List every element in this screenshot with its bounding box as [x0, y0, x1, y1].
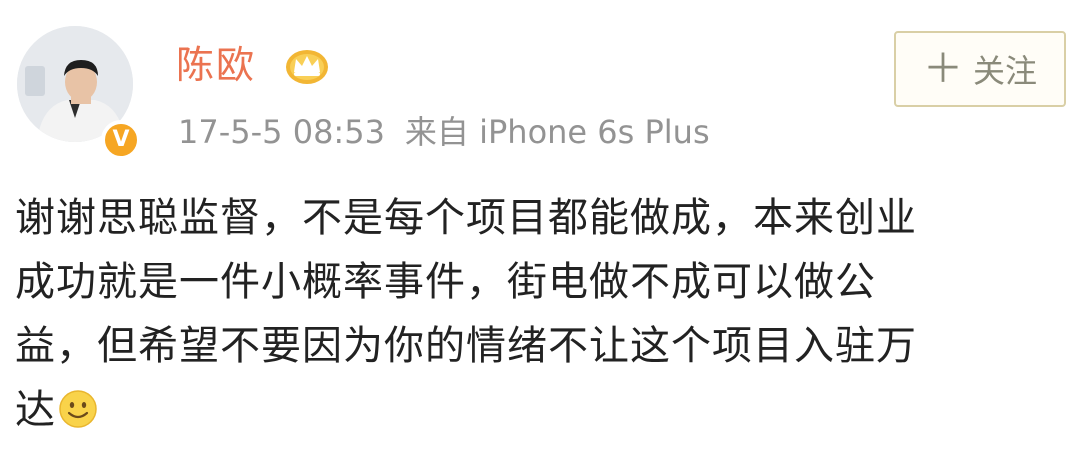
post-meta: 17-5-5 08:53 来自 iPhone 6s Plus — [178, 112, 710, 152]
post-text-line: 成功就是一件小概率事件，街电做不成可以做公 — [15, 259, 876, 305]
author-avatar-container[interactable]: V — [17, 26, 141, 160]
plus-icon: ＋ — [922, 46, 963, 92]
post-text-line-last: 达 — [15, 378, 1055, 442]
crown-icon[interactable] — [284, 45, 330, 85]
author-name[interactable]: 陈欧 — [176, 40, 256, 90]
smile-icon — [59, 390, 97, 428]
post-source: 来自 iPhone 6s Plus — [404, 113, 710, 151]
verified-badge-icon: V — [101, 120, 141, 160]
post-text-line: 益，但希望不要因为你的情绪不让这个项目入驻万 — [15, 323, 917, 369]
post-text-line: 谢谢思聪监督，不是每个项目都能做成，本来创业 — [15, 195, 917, 241]
post-text: 谢谢思聪监督，不是每个项目都能做成，本来创业 成功就是一件小概率事件，街电做不成… — [15, 186, 1055, 442]
post-timestamp[interactable]: 17-5-5 08:53 — [178, 113, 385, 151]
post-text-line-end: 达 — [15, 387, 56, 433]
follow-button-label: 关注 — [972, 52, 1037, 90]
follow-button[interactable]: ＋ 关注 — [894, 31, 1066, 107]
